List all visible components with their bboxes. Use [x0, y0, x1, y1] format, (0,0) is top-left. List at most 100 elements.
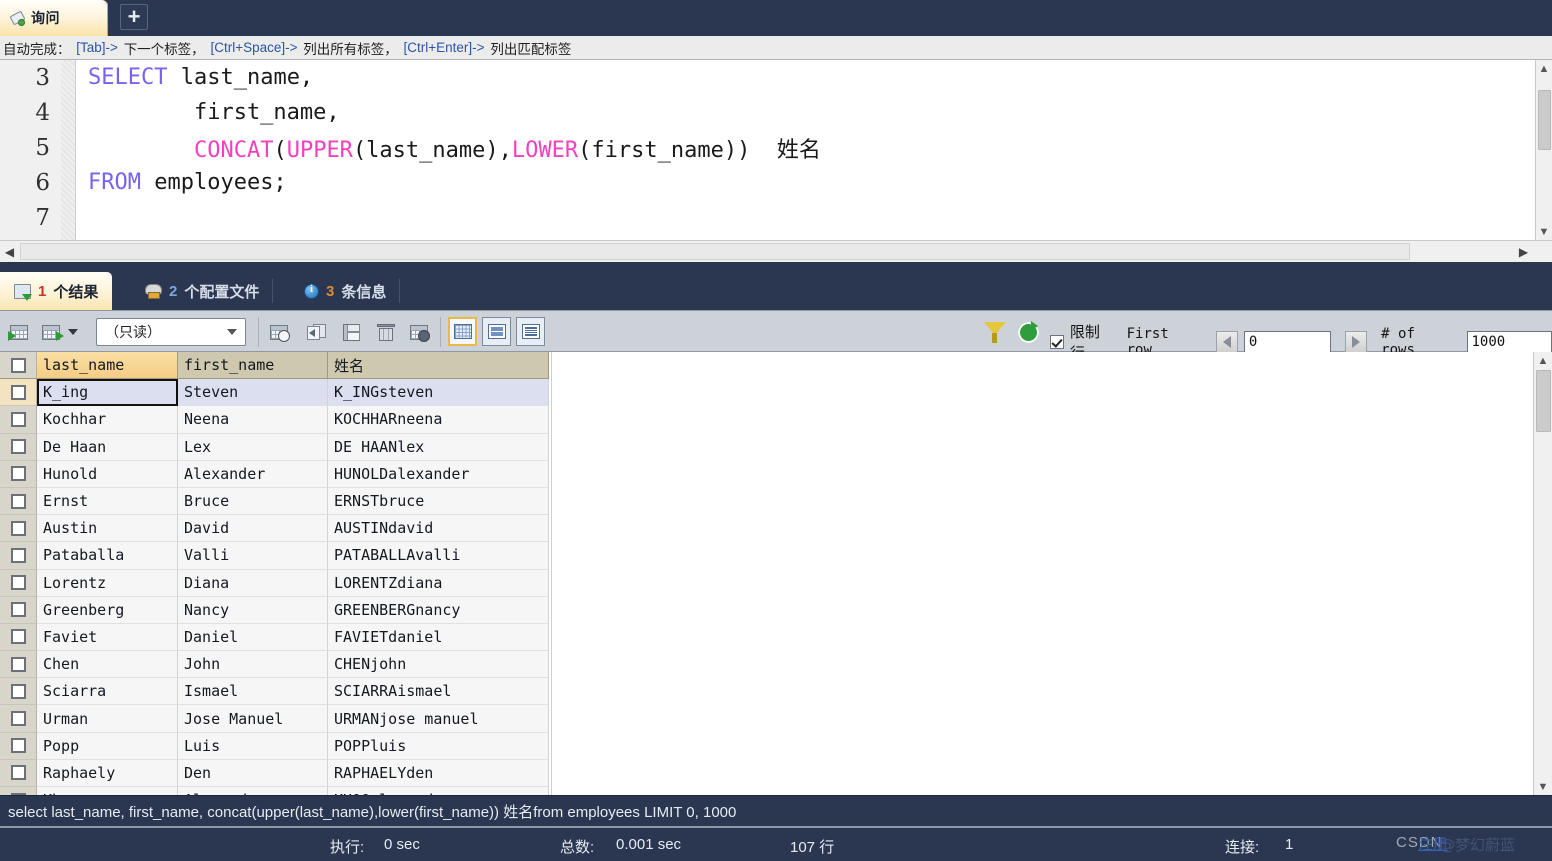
delete-row-button[interactable]	[373, 319, 399, 345]
cell-last-name[interactable]: Sciarra	[37, 678, 178, 706]
table-row[interactable]: Lorentz Diana LORENTZdiana	[0, 569, 551, 597]
cell-fullname[interactable]: KOCHHARneena	[328, 406, 549, 434]
row-checkbox[interactable]	[10, 384, 26, 400]
row-checkbox[interactable]	[10, 547, 26, 563]
column-header-first-name[interactable]: first_name	[178, 352, 328, 380]
table-row[interactable]: Urman Jose Manuel URMANjose manuel	[0, 705, 551, 733]
cell-fullname[interactable]: SCIARRAismael	[328, 678, 549, 706]
cell-last-name[interactable]: Pataballa	[37, 542, 178, 570]
revert-button[interactable]	[303, 319, 329, 345]
table-row[interactable]: Chen John CHENjohn	[0, 651, 551, 679]
result-grid[interactable]: last_name first_name 姓名 K_ing Steven K_I…	[0, 352, 1533, 795]
row-select-cell[interactable]	[0, 406, 37, 434]
row-checkbox[interactable]	[10, 466, 26, 482]
row-select-cell[interactable]	[0, 678, 37, 706]
tab-results[interactable]: 1 个结果	[0, 272, 113, 310]
scroll-down-icon[interactable]: ▼	[1534, 778, 1552, 795]
next-page-button[interactable]	[1345, 330, 1368, 354]
cell-first-name[interactable]: Alexander	[178, 460, 328, 488]
cell-fullname[interactable]: POPPluis	[328, 732, 549, 760]
cell-last-name[interactable]: Lorentz	[37, 569, 178, 597]
cell-fullname[interactable]: DE HAANlex	[328, 433, 549, 461]
row-checkbox[interactable]	[10, 683, 26, 699]
cell-first-name[interactable]: Lex	[178, 433, 328, 461]
table-row[interactable]: De Haan Lex DE HAANlex	[0, 433, 551, 461]
scroll-up-icon[interactable]: ▲	[1534, 352, 1552, 369]
cell-last-name[interactable]: Chen	[37, 651, 178, 679]
cell-fullname[interactable]: AUSTINdavid	[328, 515, 549, 543]
cell-first-name[interactable]: Valli	[178, 542, 328, 570]
row-checkbox[interactable]	[10, 765, 26, 781]
row-select-cell[interactable]	[0, 732, 37, 760]
cell-first-name[interactable]: Steven	[178, 379, 328, 407]
cell-fullname[interactable]: ERNSTbruce	[328, 487, 549, 516]
cell-last-name[interactable]: Hunold	[37, 460, 178, 488]
table-row[interactable]: Kochhar Neena KOCHHARneena	[0, 406, 551, 434]
view-text-button[interactable]	[516, 317, 545, 346]
previous-page-button[interactable]	[1215, 330, 1238, 354]
row-select-cell[interactable]	[0, 623, 37, 652]
row-checkbox[interactable]	[10, 493, 26, 509]
cell-fullname[interactable]: LORENTZdiana	[328, 569, 549, 597]
row-checkbox[interactable]	[10, 629, 26, 645]
row-select-cell[interactable]	[0, 569, 37, 597]
cell-fullname[interactable]: URMANjose manuel	[328, 705, 549, 733]
row-checkbox[interactable]	[10, 711, 26, 727]
cell-first-name[interactable]: Alexander	[178, 787, 328, 795]
tab-profiles[interactable]: 2 个配置文件	[131, 272, 274, 310]
cell-last-name[interactable]: Urman	[37, 705, 178, 733]
grid-insert-row-icon[interactable]	[6, 319, 32, 345]
grid-export-icon[interactable]	[38, 319, 64, 345]
row-checkbox[interactable]	[10, 439, 26, 455]
grid-vertical-scrollbar[interactable]: ▲ ▼	[1533, 352, 1552, 795]
cell-fullname[interactable]: GREENBERGnancy	[328, 596, 549, 624]
column-header-last-name[interactable]: last_name	[37, 352, 178, 380]
table-row[interactable]: Sciarra Ismael SCIARRAismael	[0, 678, 551, 706]
scroll-right-icon[interactable]: ▶	[1514, 241, 1533, 262]
table-row[interactable]: Greenberg Nancy GREENBERGnancy	[0, 596, 551, 624]
row-select-cell[interactable]	[0, 487, 37, 516]
table-row[interactable]: Austin David AUSTINdavid	[0, 515, 551, 543]
cell-last-name[interactable]: Greenberg	[37, 596, 178, 624]
cell-last-name[interactable]: Ernst	[37, 487, 178, 516]
scroll-down-icon[interactable]: ▼	[1536, 223, 1552, 240]
table-row[interactable]: Pataballa Valli PATABALLAvalli	[0, 542, 551, 570]
row-select-cell[interactable]	[0, 759, 37, 787]
row-select-cell[interactable]	[0, 596, 37, 624]
row-checkbox[interactable]	[10, 602, 26, 618]
cell-fullname[interactable]: FAVIETdaniel	[328, 623, 549, 652]
row-checkbox[interactable]	[10, 411, 26, 427]
editor-vertical-scrollbar[interactable]: ▲ ▼	[1535, 60, 1552, 240]
view-form-button[interactable]	[482, 317, 511, 346]
cell-last-name[interactable]: De Haan	[37, 433, 178, 461]
row-select-cell[interactable]	[0, 705, 37, 733]
scroll-thumb-horizontal[interactable]	[20, 243, 1410, 260]
cell-first-name[interactable]: Ismael	[178, 678, 328, 706]
row-checkbox[interactable]	[10, 656, 26, 672]
cell-fullname[interactable]: K_INGsteven	[328, 379, 549, 407]
cell-first-name[interactable]: Nancy	[178, 596, 328, 624]
table-row[interactable]: Ernst Bruce ERNSTbruce	[0, 487, 551, 516]
cell-first-name[interactable]: John	[178, 651, 328, 679]
rows-count-input[interactable]: 1000	[1466, 330, 1552, 354]
cell-last-name[interactable]: Khoo	[37, 787, 178, 795]
select-all-cell[interactable]	[0, 352, 37, 380]
row-checkbox[interactable]	[10, 520, 26, 536]
cell-last-name[interactable]: K_ing	[37, 379, 178, 407]
cell-fullname[interactable]: KHOOalexander	[328, 787, 549, 795]
cell-fullname[interactable]: CHENjohn	[328, 651, 549, 679]
limit-rows-checkbox[interactable]	[1050, 335, 1064, 349]
table-row[interactable]: Raphaely Den RAPHAELYden	[0, 759, 551, 787]
sql-editor[interactable]: 3 SELECT last_name, 4 first_name, 5 CONC…	[0, 60, 1552, 240]
row-select-cell[interactable]	[0, 542, 37, 570]
cell-first-name[interactable]: Den	[178, 759, 328, 787]
dropdown-caret-icon[interactable]	[66, 319, 80, 345]
table-row[interactable]: K_ing Steven K_INGsteven	[0, 379, 551, 407]
first-row-input[interactable]: 0	[1243, 330, 1332, 354]
scroll-thumb[interactable]	[1536, 370, 1551, 432]
cell-last-name[interactable]: Kochhar	[37, 406, 178, 434]
cell-last-name[interactable]: Popp	[37, 732, 178, 760]
cell-last-name[interactable]: Austin	[37, 515, 178, 543]
cell-first-name[interactable]: Luis	[178, 732, 328, 760]
filter-icon[interactable]	[984, 322, 1006, 343]
